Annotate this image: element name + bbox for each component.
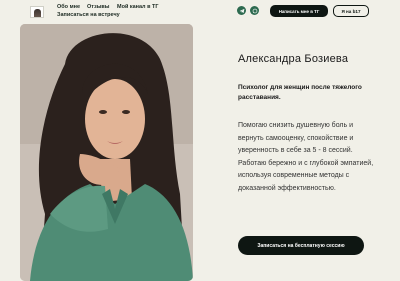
free-session-button[interactable]: Записаться на бесплатную сессию bbox=[238, 236, 364, 255]
telegram-icon[interactable] bbox=[237, 6, 246, 15]
b17-button[interactable]: Я на b17 bbox=[333, 5, 369, 17]
whatsapp-icon[interactable] bbox=[250, 6, 259, 15]
write-tg-button[interactable]: Написать мне в ТГ bbox=[270, 5, 328, 17]
nav-about[interactable]: Обо мне bbox=[57, 4, 80, 11]
lead-text: Психолог для женщин после тяжелого расст… bbox=[238, 84, 362, 101]
nav-book-meeting[interactable]: Записаться на встречу bbox=[57, 12, 120, 19]
nav-tg-channel[interactable]: Мой канал в ТГ bbox=[117, 4, 158, 11]
description-text: Помогаю снизить душевную боль и вернуть … bbox=[238, 122, 374, 192]
page-title: Александра Бозиева bbox=[238, 53, 349, 65]
portrait-photo bbox=[20, 24, 193, 281]
nav-reviews[interactable]: Отзывы bbox=[87, 4, 109, 11]
logo[interactable] bbox=[30, 6, 44, 18]
